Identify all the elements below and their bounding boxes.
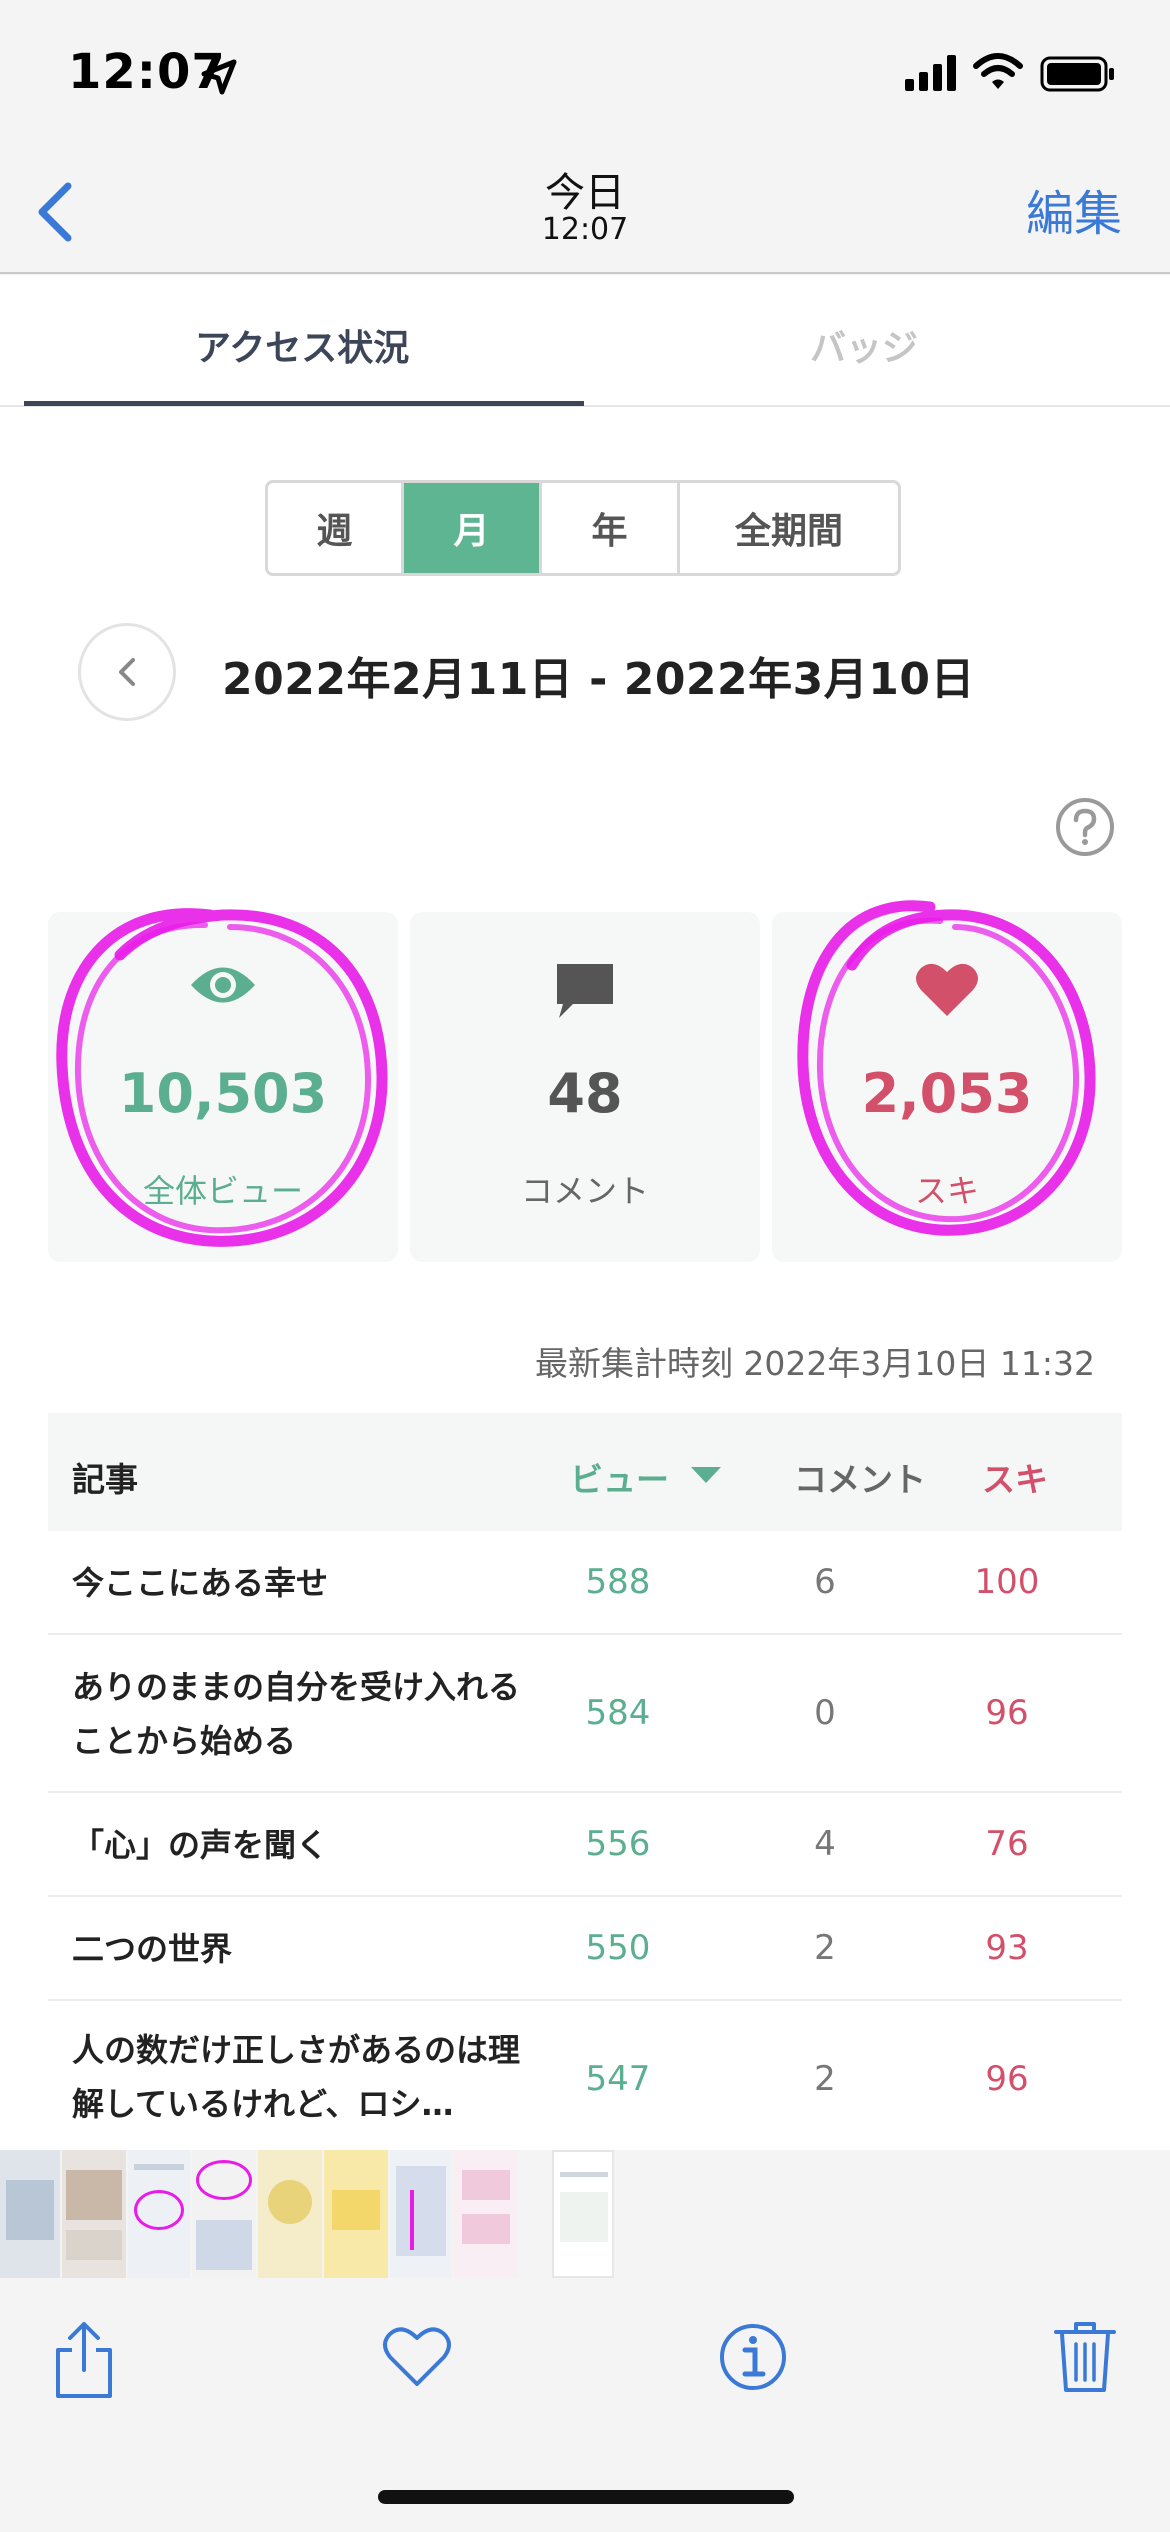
nav-title: 今日 <box>545 170 625 216</box>
row-comments: 4 <box>814 1824 836 1864</box>
photo-thumbnail[interactable] <box>128 2150 190 2278</box>
last-updated-time: 最新集計時刻 2022年3月10日 11:32 <box>534 1344 1095 1383</box>
photo-thumbnail[interactable] <box>0 2150 60 2278</box>
article-title: 人の数だけ正しさがあるのは理解しているけれど、ロシ… <box>72 2031 521 2123</box>
screenshot-content: アクセス状況 バッジ 週 月 年 全期間 2022年2月11日 - 2022年3… <box>0 275 1170 2150</box>
photo-thumbnail[interactable] <box>258 2150 322 2278</box>
stat-card-comments: 48 コメント <box>410 912 760 1262</box>
row-views: 547 <box>585 2059 651 2099</box>
header-article: 記事 <box>72 1460 138 1499</box>
date-range: 2022年2月11日 - 2022年3月10日 <box>222 654 976 705</box>
likes-label: スキ <box>914 1172 979 1210</box>
photo-filmstrip[interactable] <box>0 2150 1170 2280</box>
period-week[interactable]: 週 <box>268 483 404 573</box>
row-views: 584 <box>585 1693 651 1733</box>
likes-value: 2,053 <box>861 1062 1033 1125</box>
period-year[interactable]: 年 <box>542 483 680 573</box>
home-indicator[interactable] <box>378 2490 794 2504</box>
header-comments-sort[interactable]: コメント <box>794 1453 926 1501</box>
active-tab-indicator <box>24 401 584 406</box>
row-views: 550 <box>585 1928 651 1968</box>
table-row[interactable]: ありのままの自分を受け入れることから始める 584 0 96 <box>48 1635 1122 1793</box>
table-row[interactable]: 二つの世界 550 2 93 <box>48 1897 1122 2001</box>
article-title: 「心」の声を聞く <box>72 1826 329 1864</box>
comments-label: コメント <box>520 1172 649 1210</box>
help-icon[interactable] <box>1054 796 1116 858</box>
table-row[interactable]: 人の数だけ正しさがあるのは理解しているけれど、ロシ… 547 2 96 <box>48 2001 1122 2150</box>
row-likes: 96 <box>985 1693 1029 1733</box>
comments-value: 48 <box>547 1062 623 1125</box>
row-views: 588 <box>585 1562 651 1602</box>
table-row[interactable]: 今ここにある幸せ 588 6 100 <box>48 1531 1122 1635</box>
header-likes-sort[interactable]: スキ <box>982 1453 1048 1501</box>
row-likes: 96 <box>985 2059 1029 2099</box>
photo-thumbnail[interactable] <box>324 2150 388 2278</box>
period-month[interactable]: 月 <box>404 483 542 573</box>
row-views: 556 <box>585 1824 651 1864</box>
location-arrow-icon <box>201 59 237 95</box>
eye-icon <box>191 967 255 1003</box>
share-icon[interactable] <box>50 2320 118 2400</box>
wifi-icon <box>973 53 1023 89</box>
cellular-signal-icon <box>905 55 956 91</box>
battery-icon <box>1040 56 1114 92</box>
previous-period-button[interactable] <box>78 623 176 721</box>
row-comments: 0 <box>814 1693 836 1733</box>
period-all-time[interactable]: 全期間 <box>680 483 898 573</box>
chevron-left-icon <box>119 658 135 686</box>
article-title: 今ここにある幸せ <box>72 1564 329 1602</box>
photo-thumbnail-current[interactable] <box>552 2150 614 2278</box>
photo-thumbnail[interactable] <box>390 2150 452 2278</box>
row-likes: 100 <box>974 1562 1040 1602</box>
stat-card-views: 10,503 全体ビュー <box>48 912 398 1262</box>
tab-bar: アクセス状況 バッジ <box>0 275 1170 407</box>
row-likes: 76 <box>985 1824 1029 1864</box>
comment-bubble-icon <box>557 964 613 1018</box>
photo-thumbnail[interactable] <box>62 2150 126 2278</box>
period-selector: 週 月 年 全期間 <box>265 480 901 576</box>
row-likes: 93 <box>985 1928 1029 1968</box>
row-comments: 6 <box>814 1562 836 1602</box>
article-title: ありのままの自分を受け入れることから始める <box>72 1668 521 1760</box>
tab-badges[interactable]: バッジ <box>810 319 918 371</box>
row-comments: 2 <box>814 2059 836 2099</box>
article-title: 二つの世界 <box>72 1930 233 1968</box>
row-comments: 2 <box>814 1928 836 1968</box>
edit-button[interactable]: 編集 <box>1026 174 1122 244</box>
nav-bar: 今日 12:07 編集 <box>0 150 1170 274</box>
tab-access-status[interactable]: アクセス状況 <box>195 319 409 371</box>
photo-thumbnail[interactable] <box>192 2150 256 2278</box>
table-row[interactable]: 「心」の声を聞く 556 4 76 <box>48 1793 1122 1897</box>
views-label: 全体ビュー <box>142 1172 303 1210</box>
sort-caret-icon <box>691 1467 721 1483</box>
header-views-sort[interactable]: ビュー <box>570 1453 669 1501</box>
heart-icon[interactable] <box>382 2324 452 2388</box>
stat-card-likes: 2,053 スキ <box>772 912 1122 1262</box>
info-icon[interactable] <box>718 2322 788 2392</box>
status-bar: 12:07 <box>0 0 1170 150</box>
table-header: 記事 ビュー コメント スキ <box>48 1413 1122 1531</box>
nav-subtitle: 12:07 <box>541 212 629 247</box>
views-value: 10,503 <box>118 1062 328 1125</box>
photo-thumbnail[interactable] <box>454 2150 518 2278</box>
heart-filled-icon <box>916 963 978 1016</box>
trash-icon[interactable] <box>1052 2318 1118 2394</box>
